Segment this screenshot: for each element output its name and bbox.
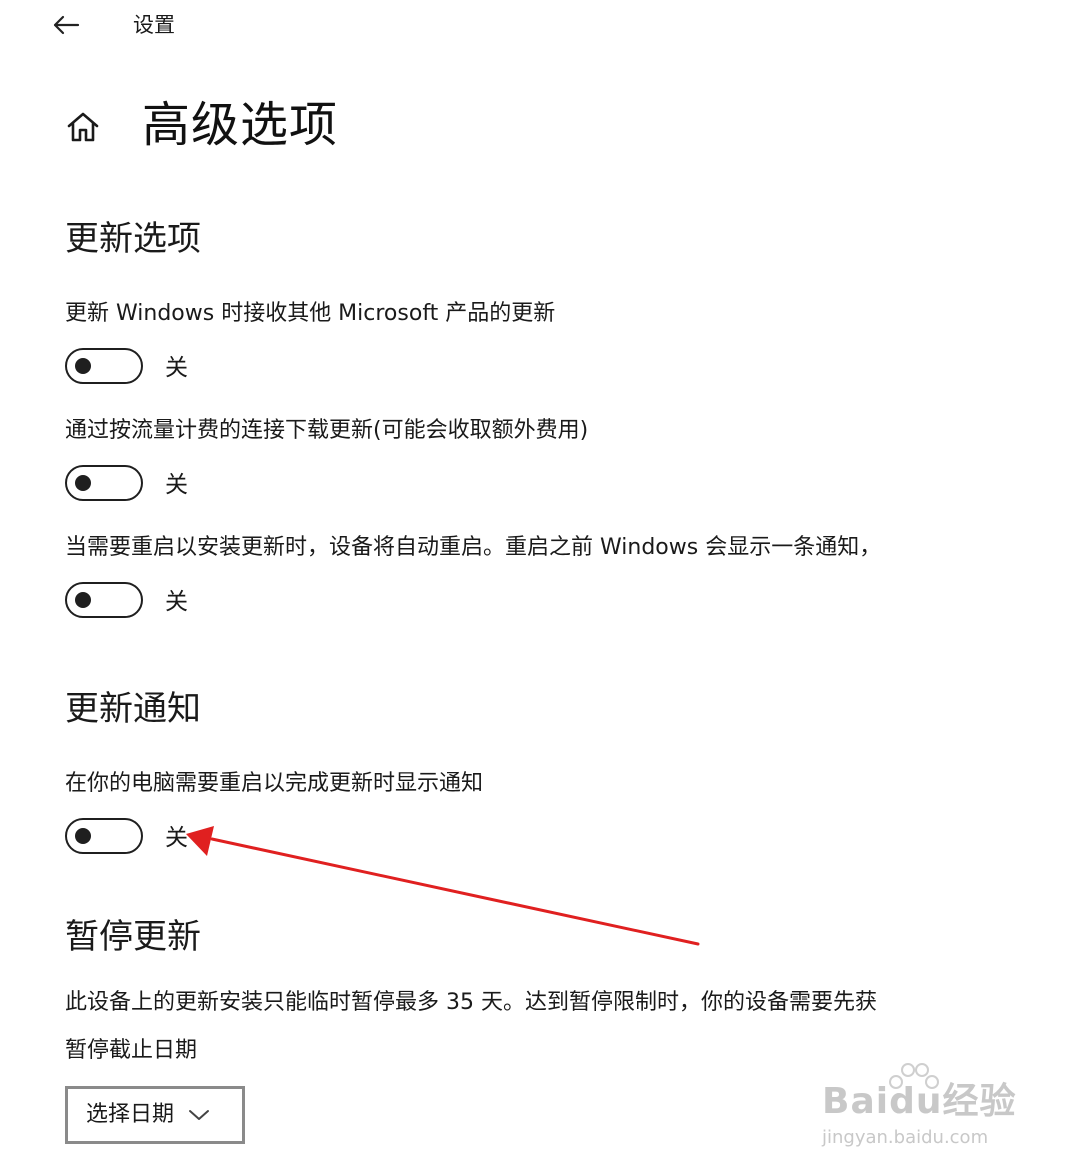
toggle-knob (75, 475, 91, 491)
toggle-other-products[interactable] (65, 348, 143, 384)
toggle-state-auto-restart: 关 (165, 589, 188, 615)
toggle-knob (75, 592, 91, 608)
home-button[interactable] (62, 106, 104, 148)
pause-date-label: 暂停截止日期 (65, 1038, 198, 1063)
app-title: 设置 (133, 13, 175, 37)
toggle-metered-connection[interactable] (65, 465, 143, 501)
back-button[interactable] (46, 8, 86, 42)
setting-label-metered-connection: 通过按流量计费的连接下载更新(可能会收取额外费用) (65, 418, 589, 443)
setting-label-auto-restart: 当需要重启以安装更新时，设备将自动重启。重启之前 Windows 会显示一条通知… (65, 535, 882, 560)
toggle-state-metered-connection: 关 (165, 472, 188, 498)
toggle-knob (75, 828, 91, 844)
date-picker-value: 选择日期 (86, 1102, 175, 1127)
toggle-knob (75, 358, 91, 374)
section-title-pause-updates: 暂停更新 (65, 917, 201, 957)
section-title-update-options: 更新选项 (65, 219, 201, 259)
watermark-brand: Baidu经验 (822, 1081, 1017, 1122)
setting-label-restart-notification: 在你的电脑需要重启以完成更新时显示通知 (65, 771, 484, 796)
chevron-down-icon (188, 1108, 210, 1122)
baidu-watermark: Baidu经验 jingyan.baidu.com (818, 1060, 1018, 1160)
watermark-url: jingyan.baidu.com (822, 1127, 989, 1148)
toggle-state-other-products: 关 (165, 355, 188, 381)
home-icon (67, 112, 99, 142)
toggle-auto-restart[interactable] (65, 582, 143, 618)
toggle-state-restart-notification: 关 (165, 825, 188, 851)
toggle-restart-notification[interactable] (65, 818, 143, 854)
section-title-update-notifications: 更新通知 (65, 689, 201, 729)
back-arrow-icon (53, 15, 80, 35)
setting-label-other-products: 更新 Windows 时接收其他 Microsoft 产品的更新 (65, 301, 556, 326)
pause-description: 此设备上的更新安装只能临时暂停最多 35 天。达到暂停限制时，你的设备需要先获 (65, 990, 877, 1015)
page-title: 高级选项 (142, 97, 339, 153)
pause-date-picker[interactable]: 选择日期 (65, 1086, 245, 1144)
